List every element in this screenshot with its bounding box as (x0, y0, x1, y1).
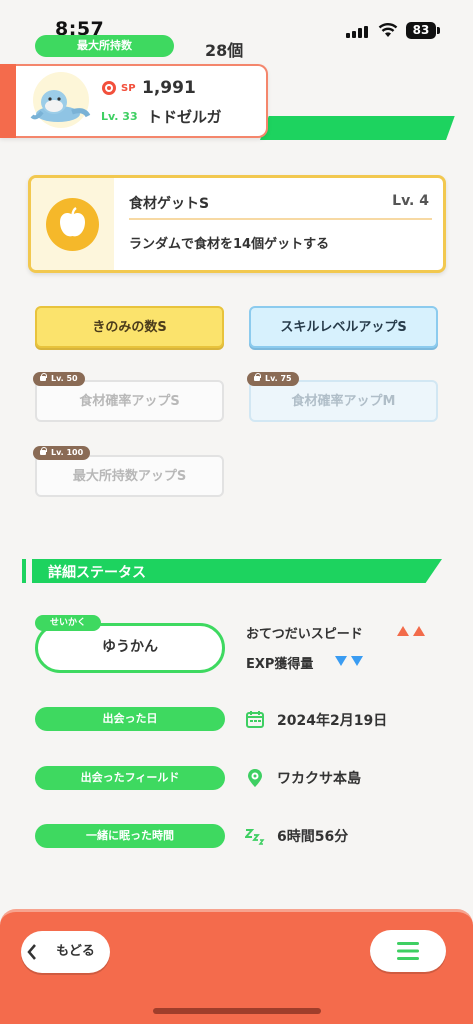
detail-header-bar (22, 559, 26, 583)
sleep-time-label: 一緒に眠った時間 (35, 824, 225, 848)
pokemon-level: Lv. 33 (101, 110, 138, 123)
back-button[interactable]: もどる (21, 931, 110, 973)
main-skill-divider (129, 218, 432, 220)
pokemon-image (30, 72, 91, 128)
up-arrow-icon (413, 626, 425, 636)
sub-skill-inventory-up-s[interactable]: 最大所持数アップS (35, 455, 224, 497)
met-date-label: 出会った日 (35, 707, 225, 731)
down-arrow-icon (351, 656, 363, 666)
menu-button[interactable] (370, 930, 446, 972)
signal-icon (346, 26, 368, 38)
lock-tag-lv75: Lv. 75 (247, 372, 299, 386)
sleep-zzz-icon (245, 829, 265, 845)
max-holding-value: 28個 (205, 41, 244, 60)
apple-icon (60, 207, 85, 237)
detail-status-header: 詳細ステータス (22, 559, 442, 583)
detail-status-title: 詳細ステータス (48, 565, 146, 581)
nature-tag: せいかく (35, 615, 101, 631)
main-skill-card[interactable]: 食材ゲットS Lv. 4 ランダムで食材を14個ゲットする (28, 175, 446, 273)
sub-skill-ingredient-finder-m[interactable]: 食材確率アップM (249, 380, 438, 422)
met-field-label: 出会ったフィールド (35, 766, 225, 790)
location-pin-icon (248, 769, 262, 787)
lock-tag-lv100: Lv. 100 (33, 446, 91, 460)
card-decoration-stripe (260, 116, 455, 140)
status-bar: 8:57 83 (0, 0, 473, 40)
battery-tip (437, 27, 440, 34)
hamburger-icon (397, 942, 419, 960)
sub-skill-berry-count-s[interactable]: きのみの数S (35, 306, 224, 348)
lock-tag-lv50: Lv. 50 (33, 372, 85, 386)
battery-indicator: 83 (406, 22, 436, 39)
home-indicator (153, 1008, 321, 1014)
pokemon-name: トドゼルガ (147, 108, 222, 126)
sub-skill-skill-level-up-s[interactable]: スキルレベルアップS (249, 306, 438, 348)
sp-label: SP (121, 83, 136, 94)
main-skill-badge (46, 198, 99, 251)
nature-effect-up-label: おてつだいスピード (246, 627, 363, 642)
main-skill-description: ランダムで食材を14個ゲットする (129, 237, 330, 252)
calendar-icon (246, 711, 264, 728)
main-skill-level: Lv. 4 (392, 193, 429, 209)
back-button-label: もどる (56, 944, 95, 959)
nature-effect-down-label: EXP獲得量 (246, 657, 314, 672)
main-skill-icon-area (31, 178, 114, 270)
sp-value: 1,991 (142, 78, 196, 98)
sp-icon (102, 81, 116, 95)
sub-skill-ingredient-finder-s[interactable]: 食材確率アップS (35, 380, 224, 422)
down-arrow-icon (335, 656, 347, 666)
met-date-value: 2024年2月19日 (277, 713, 388, 729)
main-skill-name: 食材ゲットS (129, 196, 210, 212)
pokemon-card-accent (0, 64, 16, 138)
wifi-icon (378, 23, 398, 37)
up-arrow-icon (397, 626, 409, 636)
max-holding-label: 最大所持数 (35, 35, 174, 57)
sleep-time-value: 6時間56分 (277, 829, 349, 845)
met-field-value: ワカクサ本島 (277, 771, 361, 787)
